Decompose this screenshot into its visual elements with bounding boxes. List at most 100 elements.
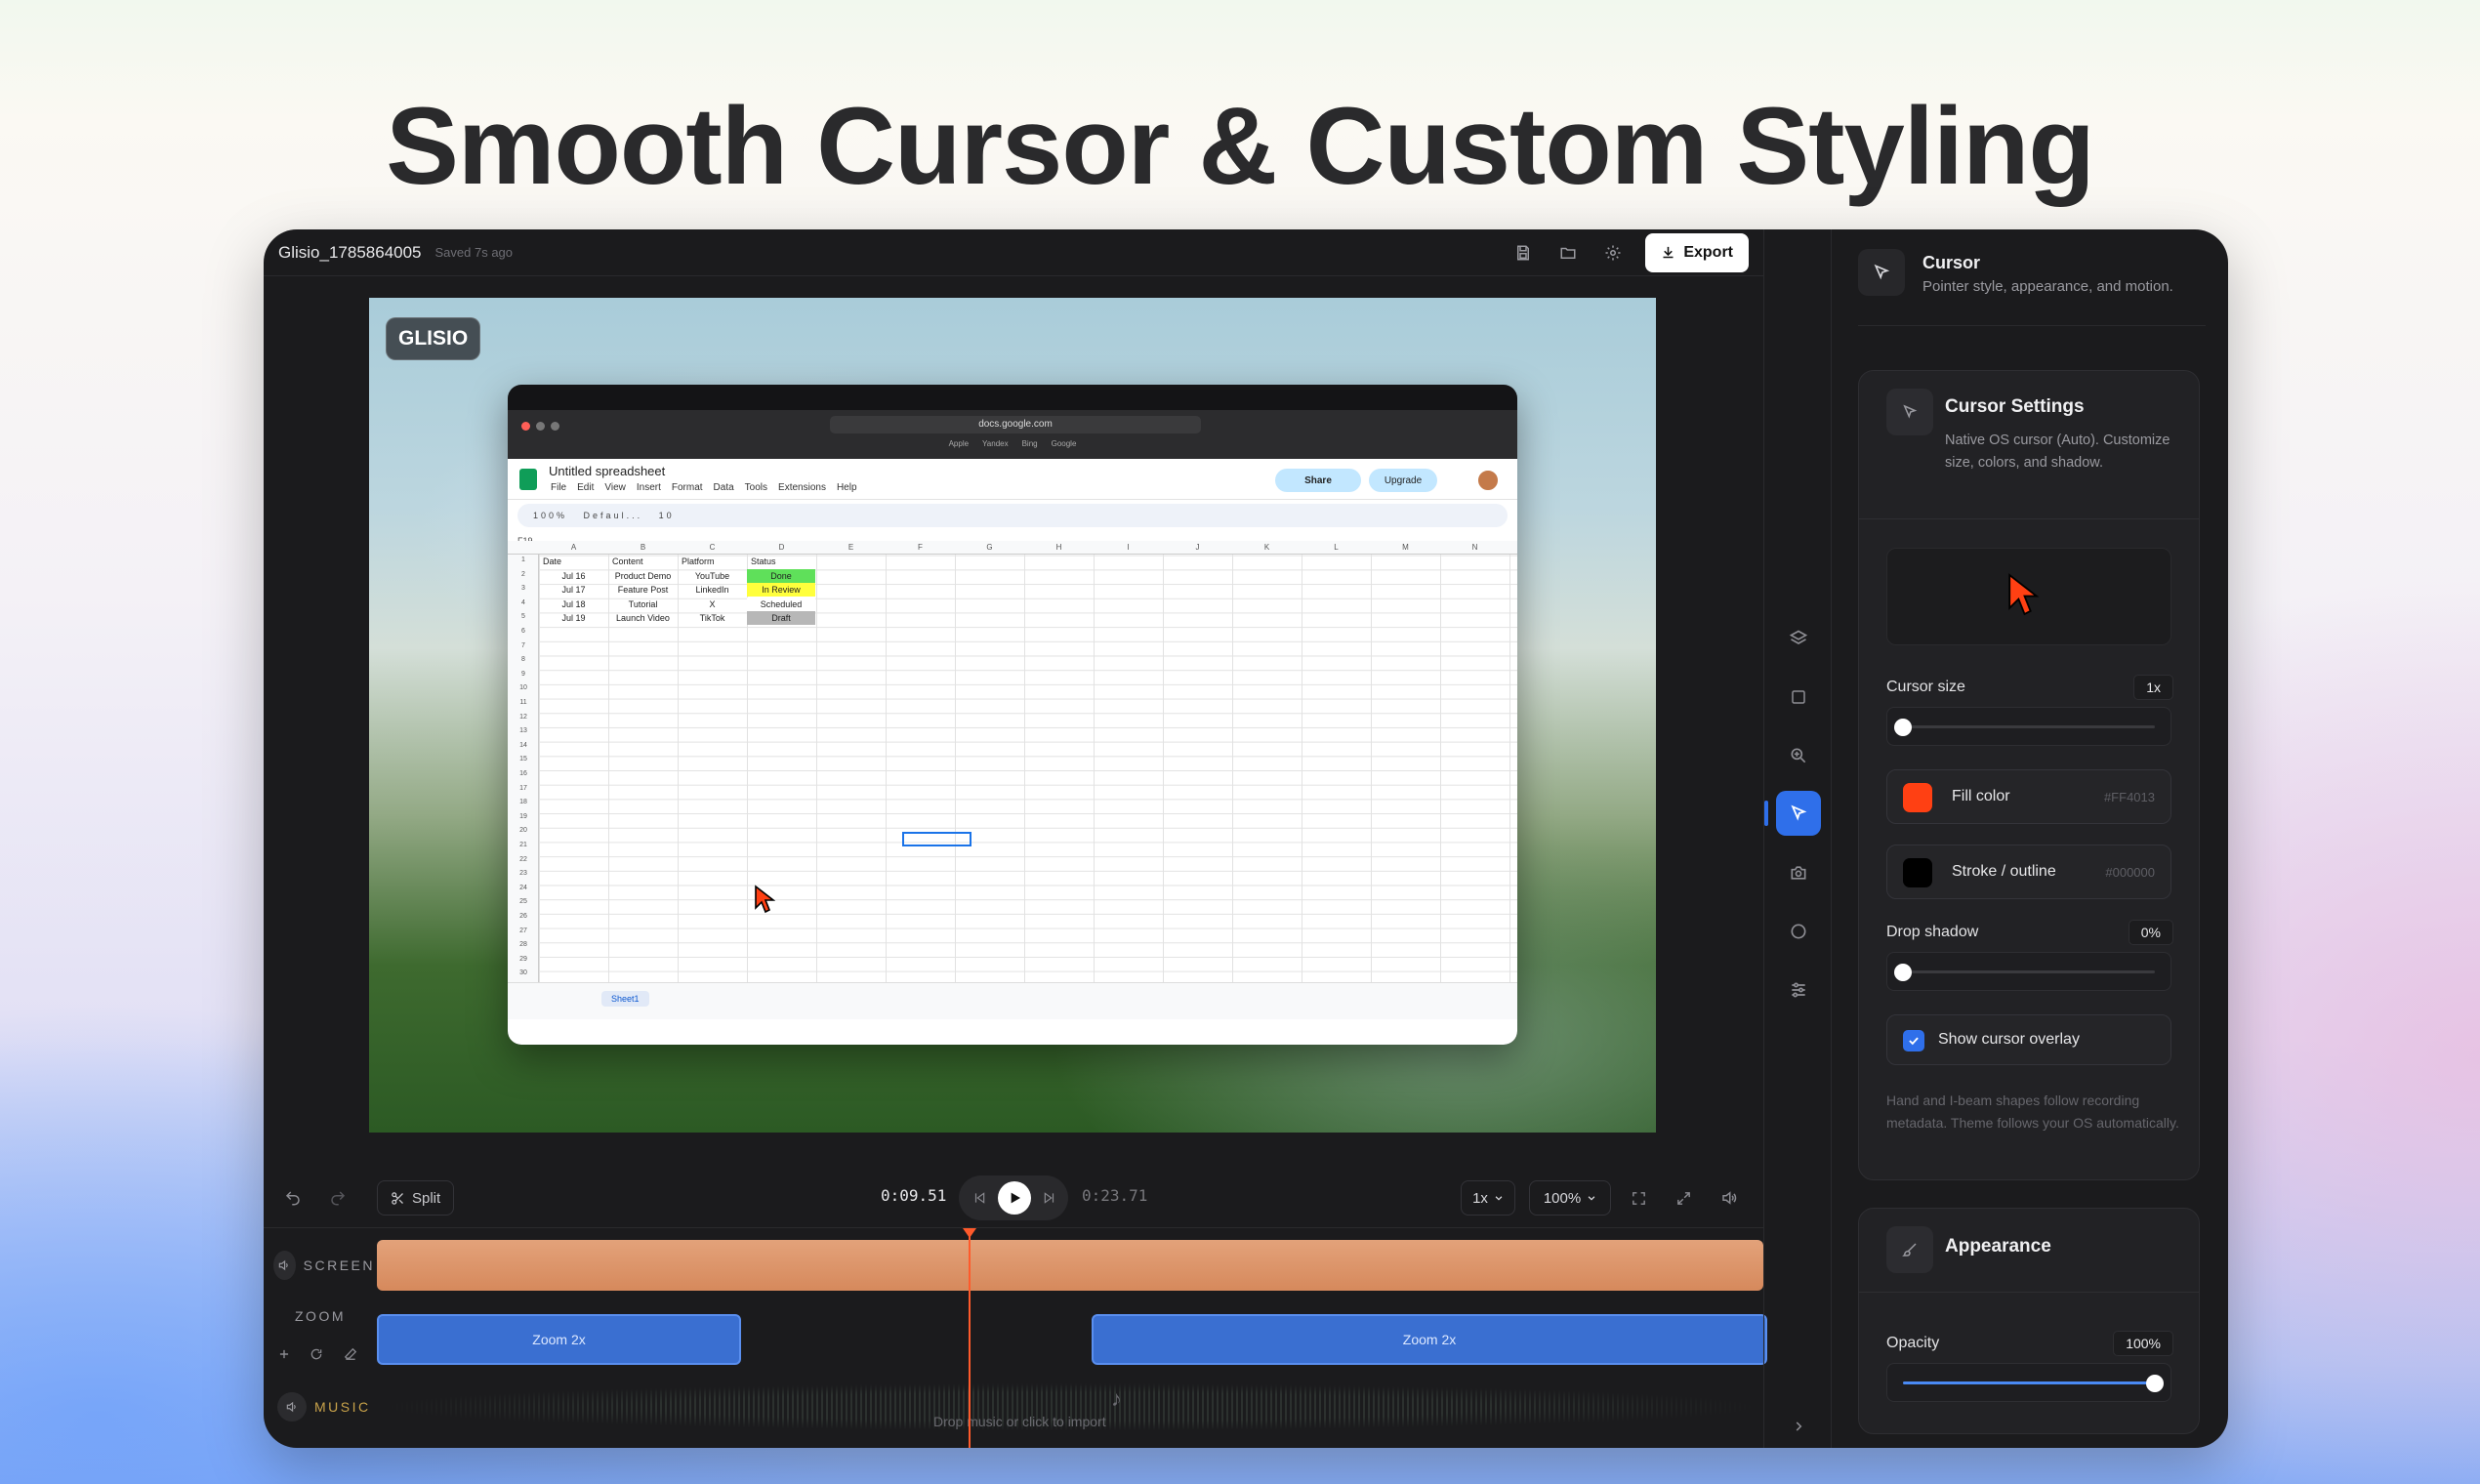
undo-icon[interactable] [279,1184,307,1212]
zoom-clip[interactable]: Zoom 2x [1092,1314,1767,1365]
bookmarks-bar: Apple Yandex Bing Google [508,439,1517,448]
row-header: 15 [519,756,527,763]
sheet-cell: Jul 17 [561,585,586,596]
cursor-overlay-row[interactable]: Show cursor overlay [1886,1014,2171,1065]
slider-knob[interactable] [1894,719,1912,736]
column-header: E [847,543,854,552]
row-header: 1 [521,556,525,563]
split-button[interactable]: Split [377,1180,455,1216]
playhead[interactable] [963,1228,976,1448]
slider-knob[interactable] [2146,1375,2164,1392]
opacity-value[interactable]: 100% [2113,1331,2173,1356]
drop-shadow-slider[interactable] [1886,952,2171,991]
row-header: 24 [519,884,527,891]
volume-icon[interactable] [1715,1184,1743,1212]
sheet-tabs: Sheet1 [508,982,1517,1019]
zoom-label: ZOOM [295,1308,346,1324]
project-name[interactable]: Glisio_1785864005 [278,243,422,263]
folder-icon[interactable] [1551,236,1585,269]
settings-panel: Cursor Pointer style, appearance, and mo… [1833,229,2228,1448]
bookmark: Google [1051,439,1077,448]
zoom-track-label: ZOOM [264,1304,375,1328]
music-note-icon: ♪ [1111,1386,1122,1411]
column-header: G [986,543,993,552]
current-time: 0:09.51 [881,1186,947,1205]
menu-item: Insert [636,482,661,493]
row-header: 27 [519,927,527,934]
speed-dropdown[interactable]: 1x [1461,1180,1515,1216]
speaker-icon[interactable] [277,1392,307,1422]
sliders-icon[interactable] [1776,968,1821,1012]
cursor-preview [1886,548,2171,645]
header-cell: Content [612,556,643,566]
camera-icon[interactable] [1776,850,1821,895]
frame-icon[interactable] [1776,675,1821,720]
row-header: 5 [521,613,525,621]
checkbox-checked-icon[interactable] [1903,1030,1924,1051]
fit-screen-icon[interactable] [1625,1184,1652,1212]
row-header: 29 [519,955,527,963]
cursor-tool-icon[interactable] [1776,791,1821,836]
sheet-cell: X [709,598,716,609]
saved-status: Saved 7s ago [434,245,514,260]
video-preview[interactable]: GLISIO docs.google.com Apple Yandex Bing… [369,298,1656,1133]
export-button[interactable]: Export [1645,232,1749,272]
drop-shadow-value[interactable]: 0% [2128,920,2173,945]
zoom-dropdown[interactable]: 100% [1529,1180,1611,1216]
opacity-slider[interactable] [1886,1363,2171,1402]
music-track-label: MUSIC [264,1382,375,1431]
play-button[interactable] [998,1181,1031,1215]
refresh-icon[interactable] [306,1343,327,1365]
gear-icon[interactable] [1596,236,1630,269]
chevron-right-icon[interactable] [1776,1413,1821,1440]
fullscreen-icon[interactable] [1670,1184,1697,1212]
stroke-color-hex: #000000 [2105,865,2155,880]
fill-color-hex: #FF4013 [2103,790,2155,804]
bookmark: Bing [1021,439,1038,448]
skip-forward-icon[interactable] [1039,1187,1060,1209]
layers-icon[interactable] [1776,616,1821,661]
row-header: 30 [519,969,527,977]
cursor-overlay-label: Show cursor overlay [1938,1031,2080,1048]
music-drop-hint[interactable]: Drop music or click to import [933,1414,1106,1429]
menu-item: Data [713,482,734,493]
row-header: 16 [519,770,527,777]
column-headers: A B C D E F G H I J K L M N [508,541,1517,555]
screen-track-clip[interactable] [377,1240,1763,1291]
column-header: A [570,543,577,552]
row-header: 21 [519,842,527,848]
fill-color-row[interactable]: Fill color #FF4013 [1886,769,2171,824]
cursor-size-slider[interactable] [1886,707,2171,746]
stroke-color-swatch[interactable] [1903,858,1932,887]
zoom-in-icon[interactable] [1776,733,1821,778]
sheet-cell: Draft [747,611,815,626]
menu-item: Edit [577,482,595,493]
row-header: 12 [519,713,527,721]
row-headers: 1 2 3 4 5 6 7 8 9 10 11 12 13 14 15 16 17 18 19 20 21 22 23 24 2… [508,555,539,982]
column-header: F [918,543,923,552]
scissors-icon [392,1191,403,1205]
add-icon[interactable] [273,1343,295,1365]
column-header: C [709,543,716,552]
music-label: MUSIC [314,1399,371,1415]
circle-icon[interactable] [1776,909,1821,954]
skip-back-icon[interactable] [969,1187,990,1209]
divider [1858,325,2206,326]
fill-color-swatch[interactable] [1903,783,1932,812]
eraser-icon[interactable] [340,1343,361,1365]
cursor-size-value[interactable]: 1x [2133,675,2173,700]
export-label: Export [1683,243,1733,261]
speaker-icon[interactable] [273,1251,296,1280]
stroke-color-row[interactable]: Stroke / outline #000000 [1886,845,2171,899]
cursor-size-label: Cursor size [1886,679,1965,695]
row-header: 20 [519,827,527,835]
slider-knob[interactable] [1894,964,1912,981]
recorded-screen: docs.google.com Apple Yandex Bing Google… [508,385,1517,1045]
zoom-clip[interactable]: Zoom 2x [377,1314,741,1365]
download-icon [1663,246,1674,259]
chevron-down-icon [1495,1196,1503,1201]
avatar [1476,469,1500,492]
save-icon[interactable] [1507,236,1540,269]
stroke-color-label: Stroke / outline [1952,863,2056,880]
redo-icon[interactable] [324,1184,351,1212]
